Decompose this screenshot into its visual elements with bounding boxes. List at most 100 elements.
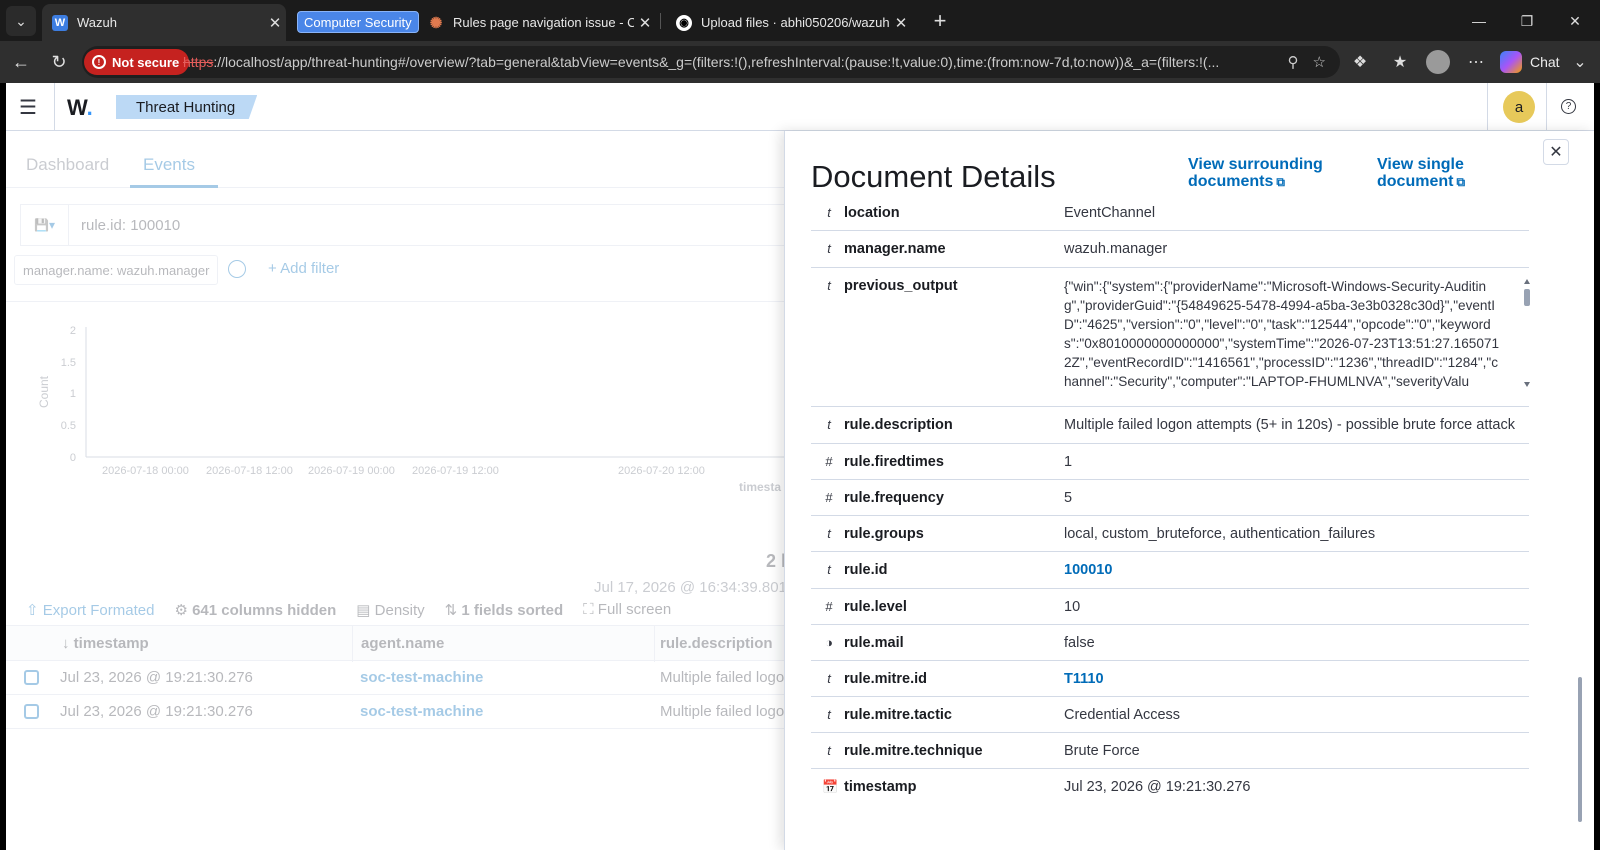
- field-name: rule.mitre.tactic: [844, 707, 952, 723]
- more-menu-icon[interactable]: ⋯: [1464, 50, 1488, 74]
- sort-button[interactable]: ⇅ 1 fields sorted: [445, 601, 563, 623]
- tab-wazuh[interactable]: W Wazuh ✕: [42, 4, 286, 41]
- copilot-logo-icon: [1500, 51, 1522, 73]
- url-field[interactable]: ! Not secure https://localhost/app/threa…: [82, 46, 1340, 78]
- export-button[interactable]: ⇧ Export Formated: [26, 601, 154, 623]
- flyout-scroll-thumb[interactable]: [1578, 677, 1582, 822]
- header-divider: [1487, 83, 1488, 131]
- key-icon[interactable]: ⚲: [1288, 53, 1299, 71]
- scroll-up-arrow-icon[interactable]: [1524, 279, 1530, 284]
- field-name: rule.mitre.id: [844, 671, 927, 687]
- reload-icon[interactable]: ↻: [46, 49, 72, 75]
- column-header-description[interactable]: rule.description: [660, 635, 773, 652]
- inspect-document-icon[interactable]: [24, 670, 39, 685]
- mitre-id-link[interactable]: T1110: [1064, 671, 1104, 687]
- flyout-title: Document Details: [811, 159, 1056, 194]
- warning-shield-icon: !: [92, 55, 106, 69]
- x-axis-label: timesta: [739, 480, 781, 494]
- logo-letter: W: [67, 95, 87, 120]
- field-row-rule-level: # rule.level 10: [811, 589, 1529, 625]
- density-button[interactable]: ▤ Density: [356, 601, 424, 623]
- sidebar-toggle-icon[interactable]: ⌄: [1568, 50, 1592, 74]
- close-tab-icon[interactable]: ✕: [634, 14, 656, 32]
- copilot-chat-button[interactable]: Chat: [1500, 49, 1560, 75]
- columns-button[interactable]: ⚙ 641 columns hidden: [174, 601, 336, 623]
- grid-toolbar: ⇧ Export Formated ⚙ 641 columns hidden ▤…: [26, 601, 671, 623]
- json-scrollbar[interactable]: [1523, 276, 1531, 392]
- inspect-document-icon[interactable]: [24, 704, 39, 719]
- x-tick: 2026-07-19 12:00: [412, 465, 499, 477]
- cell-timestamp: Jul 23, 2026 @ 19:21:30.276: [60, 703, 253, 720]
- close-flyout-icon[interactable]: ✕: [1543, 139, 1569, 165]
- url-text[interactable]: https://localhost/app/threat-hunting#/ov…: [183, 54, 1243, 70]
- restore-icon[interactable]: ❐: [1504, 8, 1550, 34]
- tab-dashboard[interactable]: Dashboard: [26, 155, 109, 175]
- table-row[interactable]: Jul 23, 2026 @ 19:21:30.276 soc-test-mac…: [6, 695, 806, 729]
- tab-claude[interactable]: ✺ Rules page navigation issue - Clau ✕: [418, 4, 656, 41]
- profile-avatar-icon[interactable]: [1426, 50, 1450, 74]
- boolean-type-icon: ◑: [825, 635, 833, 650]
- field-value-json[interactable]: {"win":{"system":{"providerName":"Micros…: [1064, 277, 1504, 391]
- query-text[interactable]: rule.id: 100010: [69, 217, 180, 234]
- scroll-down-arrow-icon[interactable]: [1524, 382, 1530, 387]
- help-icon[interactable]: ?: [1561, 99, 1576, 114]
- field-value: wazuh.manager: [1064, 241, 1168, 257]
- y-axis-label: Count: [37, 375, 51, 408]
- column-header-timestamp[interactable]: ↓ timestamp: [62, 635, 149, 652]
- scroll-thumb[interactable]: [1524, 289, 1530, 306]
- cell-description: Multiple failed logo: [660, 669, 785, 686]
- field-row-rule-id: t rule.id 100010: [811, 552, 1529, 589]
- field-name: timestamp: [844, 779, 917, 795]
- extensions-icon[interactable]: ❖: [1348, 50, 1372, 74]
- column-divider: [352, 626, 353, 662]
- user-avatar[interactable]: a: [1503, 91, 1535, 123]
- wazuh-favicon-icon: W: [52, 14, 68, 31]
- view-single-document-link[interactable]: View single document ⧉: [1377, 156, 1465, 191]
- favorite-star-icon[interactable]: ☆: [1313, 53, 1326, 71]
- url-rest: ://localhost/app/threat-hunting#/overvie…: [213, 54, 1220, 70]
- column-header-agent[interactable]: agent.name: [361, 635, 444, 652]
- tab-actions-menu-icon[interactable]: ⌄: [6, 6, 36, 36]
- cell-description: Multiple failed logo: [660, 703, 785, 720]
- calendar-type-icon: 📅: [822, 779, 839, 794]
- field-value: 10: [1064, 599, 1081, 615]
- favorites-icon[interactable]: ★: [1388, 50, 1412, 74]
- number-type-icon: #: [825, 599, 833, 614]
- y-tick: 0: [70, 452, 76, 464]
- tab-events[interactable]: Events: [143, 155, 195, 175]
- view-surrounding-documents-link[interactable]: View surrounding documents ⧉: [1188, 156, 1323, 191]
- hamburger-menu-icon[interactable]: ☰: [16, 95, 40, 119]
- close-tab-icon[interactable]: ✕: [264, 14, 286, 32]
- fullscreen-button[interactable]: ⛶ Full screen: [583, 601, 671, 623]
- string-type-icon: t: [827, 205, 831, 220]
- new-tab-icon[interactable]: +: [927, 8, 953, 34]
- filter-menu-icon[interactable]: [228, 260, 246, 278]
- minimize-icon[interactable]: —: [1456, 8, 1502, 34]
- date-range: Jul 17, 2026 @ 16:34:39.801 -: [594, 579, 797, 596]
- wazuh-logo[interactable]: W.: [67, 95, 93, 121]
- field-value: Multiple failed logon attempts (5+ in 12…: [1064, 417, 1515, 433]
- add-filter-button[interactable]: + Add filter: [268, 260, 339, 277]
- flyout-scrollbar[interactable]: [1577, 131, 1583, 850]
- table-row[interactable]: Jul 23, 2026 @ 19:21:30.276 soc-test-mac…: [6, 661, 806, 695]
- string-type-icon: t: [827, 707, 831, 722]
- cell-agent[interactable]: soc-test-machine: [360, 669, 483, 686]
- tab-group-label[interactable]: Computer Security: [297, 11, 419, 33]
- tab-label: Upload files · abhi050206/wazuh-s: [701, 15, 890, 30]
- cell-agent[interactable]: soc-test-machine: [360, 703, 483, 720]
- window-close-icon[interactable]: ✕: [1552, 8, 1598, 34]
- back-icon[interactable]: ←: [8, 49, 34, 75]
- json-scrollbar-svg: [1524, 279, 1530, 387]
- filter-pill[interactable]: manager.name: wazuh.manager: [14, 255, 219, 285]
- not-secure-badge[interactable]: ! Not secure: [84, 49, 190, 75]
- field-name: rule.mail: [844, 635, 904, 651]
- saved-query-icon[interactable]: 💾▾: [21, 205, 69, 245]
- query-bar[interactable]: 💾▾ rule.id: 100010: [20, 204, 810, 246]
- address-bar-row: ← ↻ ! Not secure https://localhost/app/t…: [0, 41, 1600, 83]
- tab-github[interactable]: ◉ Upload files · abhi050206/wazuh-s ✕: [666, 4, 912, 41]
- rule-id-link[interactable]: 100010: [1064, 562, 1112, 578]
- string-type-icon: t: [827, 562, 831, 577]
- close-tab-icon[interactable]: ✕: [890, 14, 912, 32]
- url-scheme: https: [183, 54, 214, 70]
- breadcrumb[interactable]: Threat Hunting: [116, 95, 258, 119]
